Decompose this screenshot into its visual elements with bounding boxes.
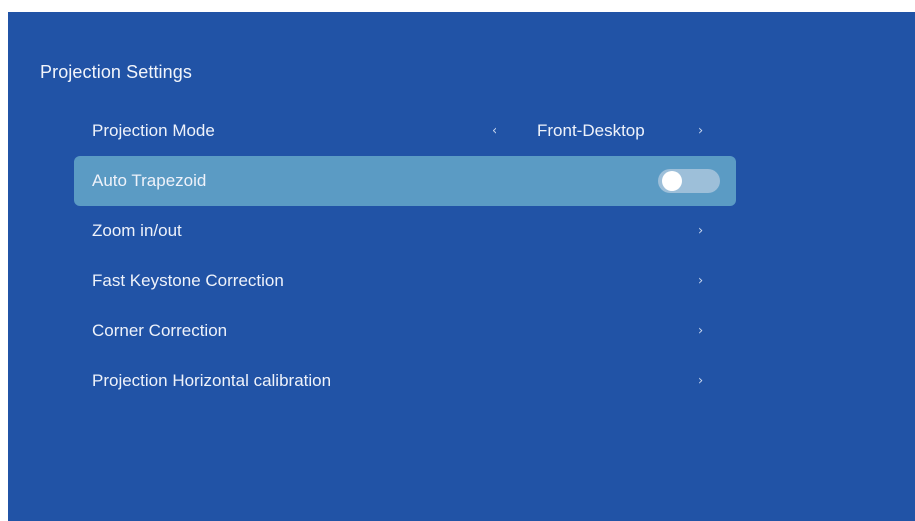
menu-item-label: Corner Correction: [92, 321, 228, 340]
menu-item-corner-correction[interactable]: Corner Correction ›: [74, 306, 736, 356]
projection-mode-value: Front-Desktop: [537, 121, 645, 140]
chevron-right-icon: ›: [698, 223, 704, 239]
menu-item-label: Projection Mode: [92, 121, 215, 140]
menu-item-label: Auto Trapezoid: [92, 171, 207, 190]
menu-item-projection-mode[interactable]: Projection Mode ‹ Front-Desktop ›: [74, 106, 736, 156]
menu-item-horizontal-calibration[interactable]: Projection Horizontal calibration ›: [74, 356, 736, 406]
menu-item-zoom[interactable]: Zoom in/out ›: [74, 206, 736, 256]
chevron-right-icon: ›: [698, 323, 704, 339]
auto-trapezoid-toggle[interactable]: [658, 169, 720, 193]
page-title: Projection Settings: [40, 62, 192, 82]
chevron-right-icon: ›: [698, 373, 704, 389]
chevron-right-icon: ›: [698, 273, 704, 289]
menu-item-auto-trapezoid[interactable]: Auto Trapezoid: [74, 156, 736, 206]
menu-item-label: Fast Keystone Correction: [92, 271, 284, 290]
menu-item-label: Projection Horizontal calibration: [92, 371, 332, 390]
settings-menu: Projection Mode ‹ Front-Desktop › Auto T…: [74, 106, 736, 406]
chevron-left-icon[interactable]: ‹: [492, 124, 497, 139]
menu-item-label: Zoom in/out: [92, 221, 182, 240]
menu-item-fast-keystone-correction[interactable]: Fast Keystone Correction ›: [74, 256, 736, 306]
toggle-knob: [662, 171, 682, 191]
chevron-right-icon[interactable]: ›: [698, 124, 703, 139]
projection-settings-screen: Projection Settings Projection Mode ‹ Fr…: [8, 12, 915, 521]
